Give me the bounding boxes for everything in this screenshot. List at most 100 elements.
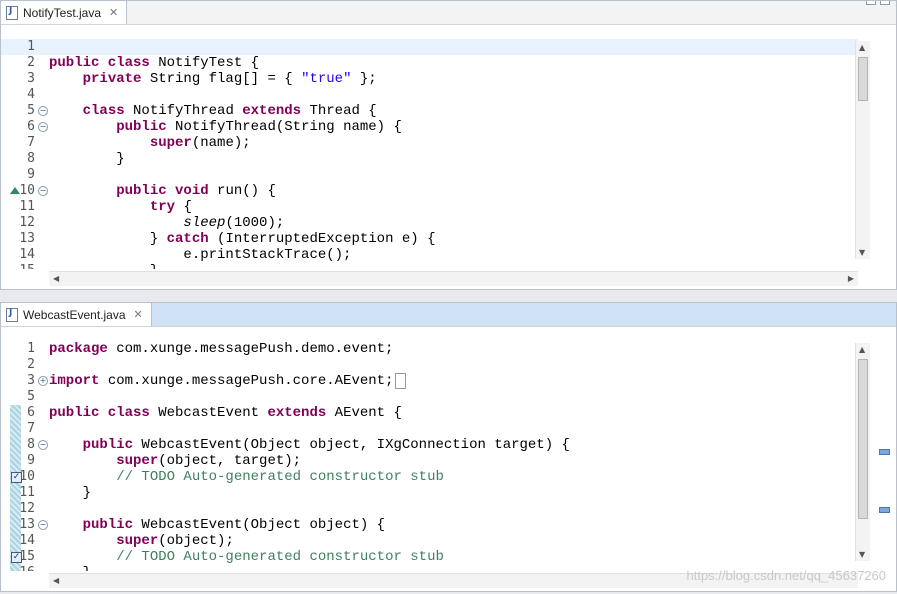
task-marker[interactable] <box>879 449 890 455</box>
override-triangle-icon[interactable] <box>10 187 20 194</box>
code-text: package com.xunge.messagePush.demo.event… <box>49 341 394 357</box>
code-text: public class WebcastEvent extends AEvent… <box>49 405 402 421</box>
code-line[interactable]: 7 super(name); <box>1 135 858 151</box>
line-number: 5 <box>27 389 35 404</box>
code-text: } catch (InterruptedException e) { <box>49 231 436 247</box>
java-file-icon: J <box>6 5 18 20</box>
code-line[interactable]: 2 <box>1 357 858 373</box>
close-icon[interactable]: ✕ <box>134 308 143 321</box>
vertical-scrollbar[interactable]: ▲ ▼ <box>855 41 870 259</box>
line-number: 13 <box>19 231 35 246</box>
code-line[interactable]: 8 } <box>1 151 858 167</box>
code-line[interactable]: 5 <box>1 389 858 405</box>
code-line[interactable]: 12 <box>1 501 858 517</box>
code-line[interactable]: 13− public WebcastEvent(Object object) { <box>1 517 858 533</box>
maximize-icon[interactable] <box>880 1 890 5</box>
code-text: public class NotifyTest { <box>49 55 260 71</box>
task-checkbox-icon[interactable]: ✓ <box>11 552 22 563</box>
tab-bar: J WebcastEvent.java ✕ <box>1 303 896 327</box>
code-line[interactable]: 3 private String flag[] = { "true" }; <box>1 71 858 87</box>
code-line[interactable]: 11 try { <box>1 199 858 215</box>
code-line[interactable]: 12 sleep(1000); <box>1 215 858 231</box>
code-line[interactable]: 13 } catch (InterruptedException e) { <box>1 231 858 247</box>
code-text: try { <box>149 199 192 215</box>
tab-webcastevent[interactable]: J WebcastEvent.java ✕ <box>1 303 152 326</box>
code-text: public void run() { <box>116 183 276 199</box>
tab-label: NotifyTest.java <box>23 5 102 20</box>
code-line[interactable]: 3 + import com.xunge.messagePush.core.AEve… <box>1 373 858 389</box>
code-line[interactable]: 15 } <box>1 263 858 269</box>
line-number: 2 <box>27 357 35 372</box>
code-text: super(object); <box>116 533 234 549</box>
watermark: https://blog.csdn.net/qq_45637260 <box>686 568 887 583</box>
code-line[interactable]: 1 <box>1 39 858 55</box>
code-line[interactable]: 9 super(object, target); <box>1 453 858 469</box>
code-line[interactable]: 2 public class NotifyTest { <box>1 55 858 71</box>
scroll-left-arrow-icon[interactable]: ◀ <box>53 576 59 585</box>
scroll-left-arrow-icon[interactable]: ◀ <box>53 274 59 283</box>
minimize-icon[interactable] <box>866 1 876 5</box>
scroll-down-arrow-icon[interactable]: ▼ <box>859 248 865 257</box>
code-text: // TODO Auto-generated constructor stub <box>116 549 444 565</box>
code-line[interactable]: 6− public NotifyThread(String name) { <box>1 119 858 135</box>
line-number: 4 <box>27 87 35 102</box>
code-line[interactable]: 11 } <box>1 485 858 501</box>
code-line[interactable]: 10− public void run() { <box>1 183 858 199</box>
java-file-icon: J <box>6 307 18 322</box>
editor-pane-notifytest: J NotifyTest.java ✕ 1 2 public class Notif… <box>0 0 897 290</box>
code-line[interactable]: 7 <box>1 421 858 437</box>
code-line[interactable]: 4 <box>1 87 858 103</box>
tab-bar: J NotifyTest.java ✕ <box>1 1 896 25</box>
line-number: 15 <box>9 263 35 269</box>
collapse-icon[interactable]: − <box>38 122 48 132</box>
code-line[interactable]: 10 ✓ // TODO Auto-generated constructor s… <box>1 469 858 485</box>
task-checkbox-icon[interactable]: ✓ <box>11 472 22 483</box>
code-text: // TODO Auto-generated constructor stub <box>116 469 444 485</box>
code-text: class NotifyThread extends Thread { <box>82 103 377 119</box>
code-line[interactable]: 14 super(object); <box>1 533 858 549</box>
collapse-icon[interactable]: − <box>38 440 48 450</box>
line-number: 6 <box>27 119 35 134</box>
line-number: 8 <box>27 437 35 452</box>
code-text: } <box>49 485 92 501</box>
code-line[interactable]: 1 package com.xunge.messagePush.demo.even… <box>1 341 858 357</box>
task-marker[interactable] <box>879 507 890 513</box>
code-line[interactable]: 15 ✓ // TODO Auto-generated constructor s… <box>1 549 858 565</box>
code-editor[interactable]: 1 2 public class NotifyTest {3 private Str… <box>1 39 858 269</box>
line-number: 7 <box>27 421 35 436</box>
expand-icon[interactable]: + <box>38 376 48 386</box>
code-line[interactable]: 6 public class WebcastEvent extends AEven… <box>1 405 858 421</box>
line-number: 2 <box>27 55 35 70</box>
collapse-icon[interactable]: − <box>38 106 48 116</box>
code-line[interactable]: 5− class NotifyThread extends Thread { <box>1 103 858 119</box>
collapse-icon[interactable]: − <box>38 186 48 196</box>
horizontal-scrollbar[interactable]: ◀ ▶ <box>49 271 858 286</box>
code-line[interactable]: 14 e.printStackTrace(); <box>1 247 858 263</box>
line-number: 14 <box>19 533 35 548</box>
editor-pane-webcastevent: J WebcastEvent.java ✕ 1 package com.xunge… <box>0 302 897 592</box>
collapse-icon[interactable]: − <box>38 520 48 530</box>
line-number: 7 <box>27 135 35 150</box>
scroll-thumb[interactable] <box>858 57 868 101</box>
close-icon[interactable]: ✕ <box>109 6 118 19</box>
overview-ruler[interactable] <box>874 343 896 573</box>
code-text: } <box>49 263 158 269</box>
vertical-scrollbar[interactable]: ▲ ▼ <box>855 343 870 561</box>
scroll-down-arrow-icon[interactable]: ▼ <box>859 550 865 559</box>
code-text: sleep(1000); <box>183 215 285 231</box>
scroll-up-arrow-icon[interactable]: ▲ <box>859 43 865 52</box>
code-editor[interactable]: 1 package com.xunge.messagePush.demo.even… <box>1 341 858 571</box>
line-number: 1 <box>27 341 35 356</box>
line-number: 11 <box>19 485 35 500</box>
code-line[interactable]: 8− public WebcastEvent(Object object, IX… <box>1 437 858 453</box>
scroll-up-arrow-icon[interactable]: ▲ <box>859 345 865 354</box>
code-line[interactable]: 9 <box>1 167 858 183</box>
scroll-thumb[interactable] <box>858 359 868 519</box>
scroll-right-arrow-icon[interactable]: ▶ <box>848 274 854 283</box>
line-number: 3 <box>27 373 35 388</box>
tab-notifytest[interactable]: J NotifyTest.java ✕ <box>1 1 128 24</box>
line-number: 6 <box>27 405 35 420</box>
code-text: super(object, target); <box>116 453 302 469</box>
line-number: 12 <box>19 501 35 516</box>
code-text: public WebcastEvent(Object object, IXgCo… <box>82 437 570 453</box>
